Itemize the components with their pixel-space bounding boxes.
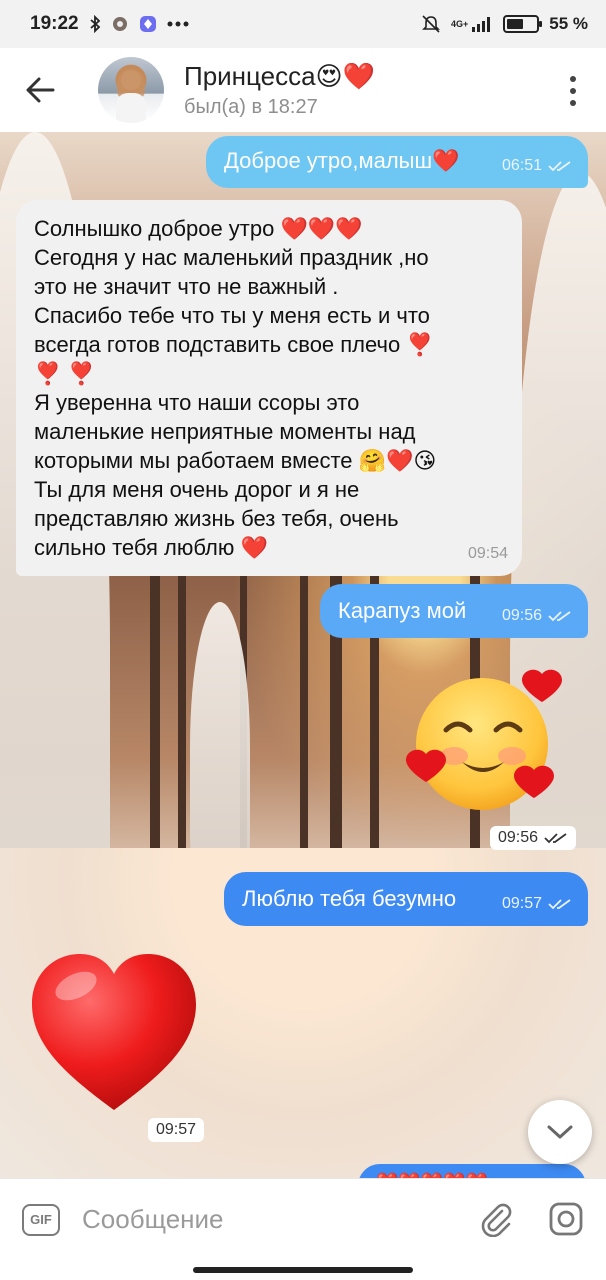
message-line: ❣️ ❣️ (34, 361, 95, 386)
message-composer: GIF (0, 1178, 606, 1260)
message-input[interactable] (82, 1199, 452, 1240)
red-heart-icon (32, 954, 196, 1110)
double-check-icon (548, 160, 571, 171)
more-notifications-icon (167, 21, 189, 27)
attach-button[interactable] (478, 1201, 514, 1238)
message-line: которыми мы работаем вместе 🤗❤️😘 (34, 448, 437, 473)
sticker-smiling-face-with-hearts[interactable] (404, 664, 568, 814)
battery-fill (507, 19, 523, 29)
message-line: всегда готов подставить свое плечо ❣️ (34, 332, 434, 357)
arrow-left-icon (26, 77, 55, 103)
message-line: Спасибо тебе что ты у меня есть и что (34, 303, 430, 328)
last-seen-status: был(а) в 18:27 (184, 96, 318, 118)
gif-button[interactable]: GIF (22, 1203, 60, 1236)
scroll-to-bottom-button[interactable] (528, 1100, 592, 1164)
message-line: маленькие неприятные моменты над (34, 419, 416, 444)
message-time-label: 09:57 (501, 895, 542, 912)
message-time: 09:56 (502, 601, 572, 630)
message-line: Я уверенна что наши ссоры это (34, 390, 360, 415)
message-time-label: 09:56 (501, 607, 542, 624)
chat-screen: 19:22 4G+ 55 % Принцесса😍❤️ был(а) в 18:… (0, 0, 606, 1280)
app-notification-icon (111, 15, 129, 33)
camera-icon (549, 1202, 583, 1236)
sticker-time: 09:56 (490, 826, 577, 850)
message-line: Солнышко доброе утро ❤️❤️❤️ (34, 216, 363, 241)
back-button[interactable] (0, 48, 80, 132)
message-time: 09:54 (467, 545, 508, 562)
paperclip-icon (481, 1203, 512, 1238)
more-dot-icon (570, 100, 576, 106)
status-time: 19:22 (30, 13, 79, 34)
sticker-time: 09:57 (148, 1118, 205, 1142)
contact-info[interactable]: Принцесса😍❤️ был(а) в 18:27 (184, 61, 375, 119)
signal-icon: 4G+ (451, 16, 493, 32)
status-bar: 19:22 4G+ 55 % (0, 0, 606, 48)
double-check-icon (544, 833, 567, 844)
more-dot-icon (570, 76, 576, 82)
sticker-red-heart[interactable] (28, 950, 200, 1116)
bluetooth-icon (89, 15, 101, 33)
message-line: Сегодня у нас маленький праздник ,но (34, 245, 429, 270)
double-check-icon (548, 898, 571, 909)
message-time: 09:57 (502, 889, 572, 918)
message-time-label: 06:51 (501, 157, 542, 174)
message-text: Карапуз мой (338, 598, 467, 623)
avatar[interactable] (98, 57, 164, 123)
message-line: это не значит что не важный . (34, 274, 339, 299)
more-dot-icon (570, 88, 576, 94)
sticker-time-label: 09:56 (498, 829, 539, 846)
chat-header: Принцесса😍❤️ был(а) в 18:27 (0, 48, 606, 132)
battery-percent: 55 % (549, 14, 588, 33)
mute-icon (421, 14, 441, 34)
sticker-time-label: 09:57 (156, 1121, 197, 1138)
message-outgoing[interactable]: Доброе утро,малыш❤️ 06:51 (206, 136, 588, 188)
status-right: 4G+ 55 % (421, 14, 588, 34)
app-shortcut-icon (139, 15, 157, 33)
chat-area[interactable]: Доброе утро,малыш❤️ 06:51 Солнышко добро… (0, 132, 606, 1178)
message-line: сильно тебя люблю ❤️ (34, 535, 268, 560)
message-text: Люблю тебя безумно (242, 886, 457, 911)
smiling-face-with-hearts-icon (406, 669, 562, 810)
message-outgoing[interactable]: Карапуз мой 09:56 (320, 584, 588, 638)
status-left: 19:22 (30, 13, 189, 35)
gesture-bar (0, 1260, 606, 1280)
chevron-down-icon (547, 1125, 573, 1139)
message-incoming[interactable]: Солнышко доброе утро ❤️❤️❤️ Сегодня у на… (16, 200, 522, 576)
message-line: Ты для меня очень дорог и я не (34, 477, 360, 502)
gesture-handle[interactable] (193, 1267, 413, 1273)
battery-icon (503, 15, 543, 33)
message-line: представляю жизнь без тебя, очень (34, 506, 399, 531)
more-options-button[interactable] (562, 76, 584, 106)
network-label: 4G+ (450, 18, 469, 29)
message-text: Доброе утро,малыш❤️ (224, 148, 460, 173)
avatar-body (116, 93, 146, 123)
contact-name: Принцесса😍❤️ (184, 61, 376, 91)
message-outgoing-partial[interactable]: ❤️❤️❤️❤️❤️ (358, 1164, 586, 1178)
message-outgoing[interactable]: Люблю тебя безумно 09:57 (224, 872, 588, 926)
camera-button[interactable] (548, 1201, 584, 1237)
message-time: 06:51 (502, 151, 572, 180)
double-check-icon (548, 610, 571, 621)
